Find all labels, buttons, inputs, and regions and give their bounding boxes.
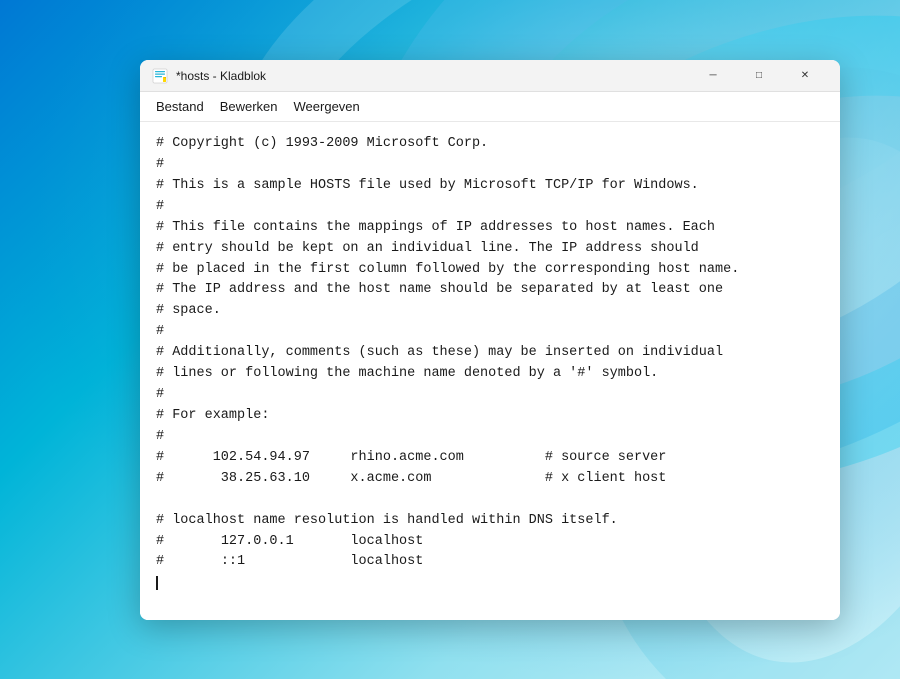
menu-bestand[interactable]: Bestand (148, 95, 212, 118)
menu-bewerken[interactable]: Bewerken (212, 95, 286, 118)
hosts-file-text: # Copyright (c) 1993-2009 Microsoft Corp… (156, 134, 824, 594)
text-editor-content[interactable]: # Copyright (c) 1993-2009 Microsoft Corp… (140, 122, 840, 620)
menu-weergeven[interactable]: Weergeven (286, 95, 368, 118)
menu-bar: Bestand Bewerken Weergeven (140, 92, 840, 122)
maximize-button[interactable]: □ (736, 60, 782, 92)
title-bar: *hosts - Kladblok ─ □ ✕ (140, 60, 840, 92)
notepad-window: *hosts - Kladblok ─ □ ✕ Bestand Bewerken… (140, 60, 840, 620)
close-button[interactable]: ✕ (782, 60, 828, 92)
minimize-button[interactable]: ─ (690, 60, 736, 92)
window-controls: ─ □ ✕ (690, 60, 828, 92)
text-cursor (156, 576, 158, 590)
notepad-icon (152, 68, 168, 84)
window-title: *hosts - Kladblok (176, 69, 690, 83)
